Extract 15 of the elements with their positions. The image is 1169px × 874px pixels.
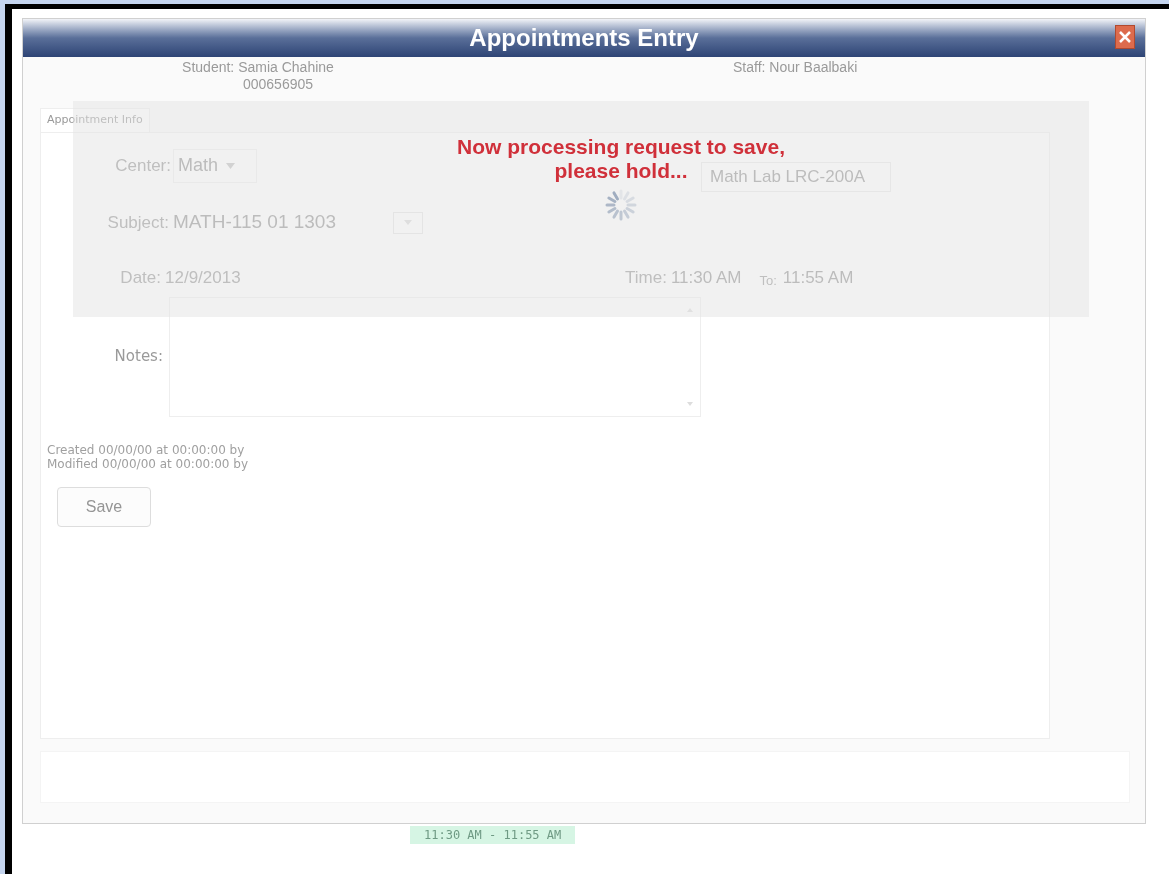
student-id: 000656905 — [241, 78, 314, 90]
window-title: Appointments Entry — [469, 23, 699, 53]
caret-icon — [226, 162, 236, 169]
processing-message: Now processing request to save, — [457, 135, 785, 159]
save-button[interactable]: Save — [57, 486, 151, 527]
student-name: Student: Samia Chahine — [182, 58, 334, 77]
staff-name: Staff: Nour Baalbaki — [733, 58, 858, 77]
close-icon — [1118, 30, 1132, 44]
modified-info: Modified 00/00/00 at 00:00:00 by — [47, 456, 250, 471]
processing-message: please hold... — [554, 159, 688, 183]
calendar-event: 11:30 AM - 11:55 AM — [410, 826, 576, 844]
notes-field[interactable] — [169, 296, 701, 417]
field-label: Notes: — [113, 346, 163, 368]
close-button[interactable] — [1115, 25, 1135, 49]
created-info: Created 00/00/00 at 00:00:00 by — [47, 442, 246, 457]
